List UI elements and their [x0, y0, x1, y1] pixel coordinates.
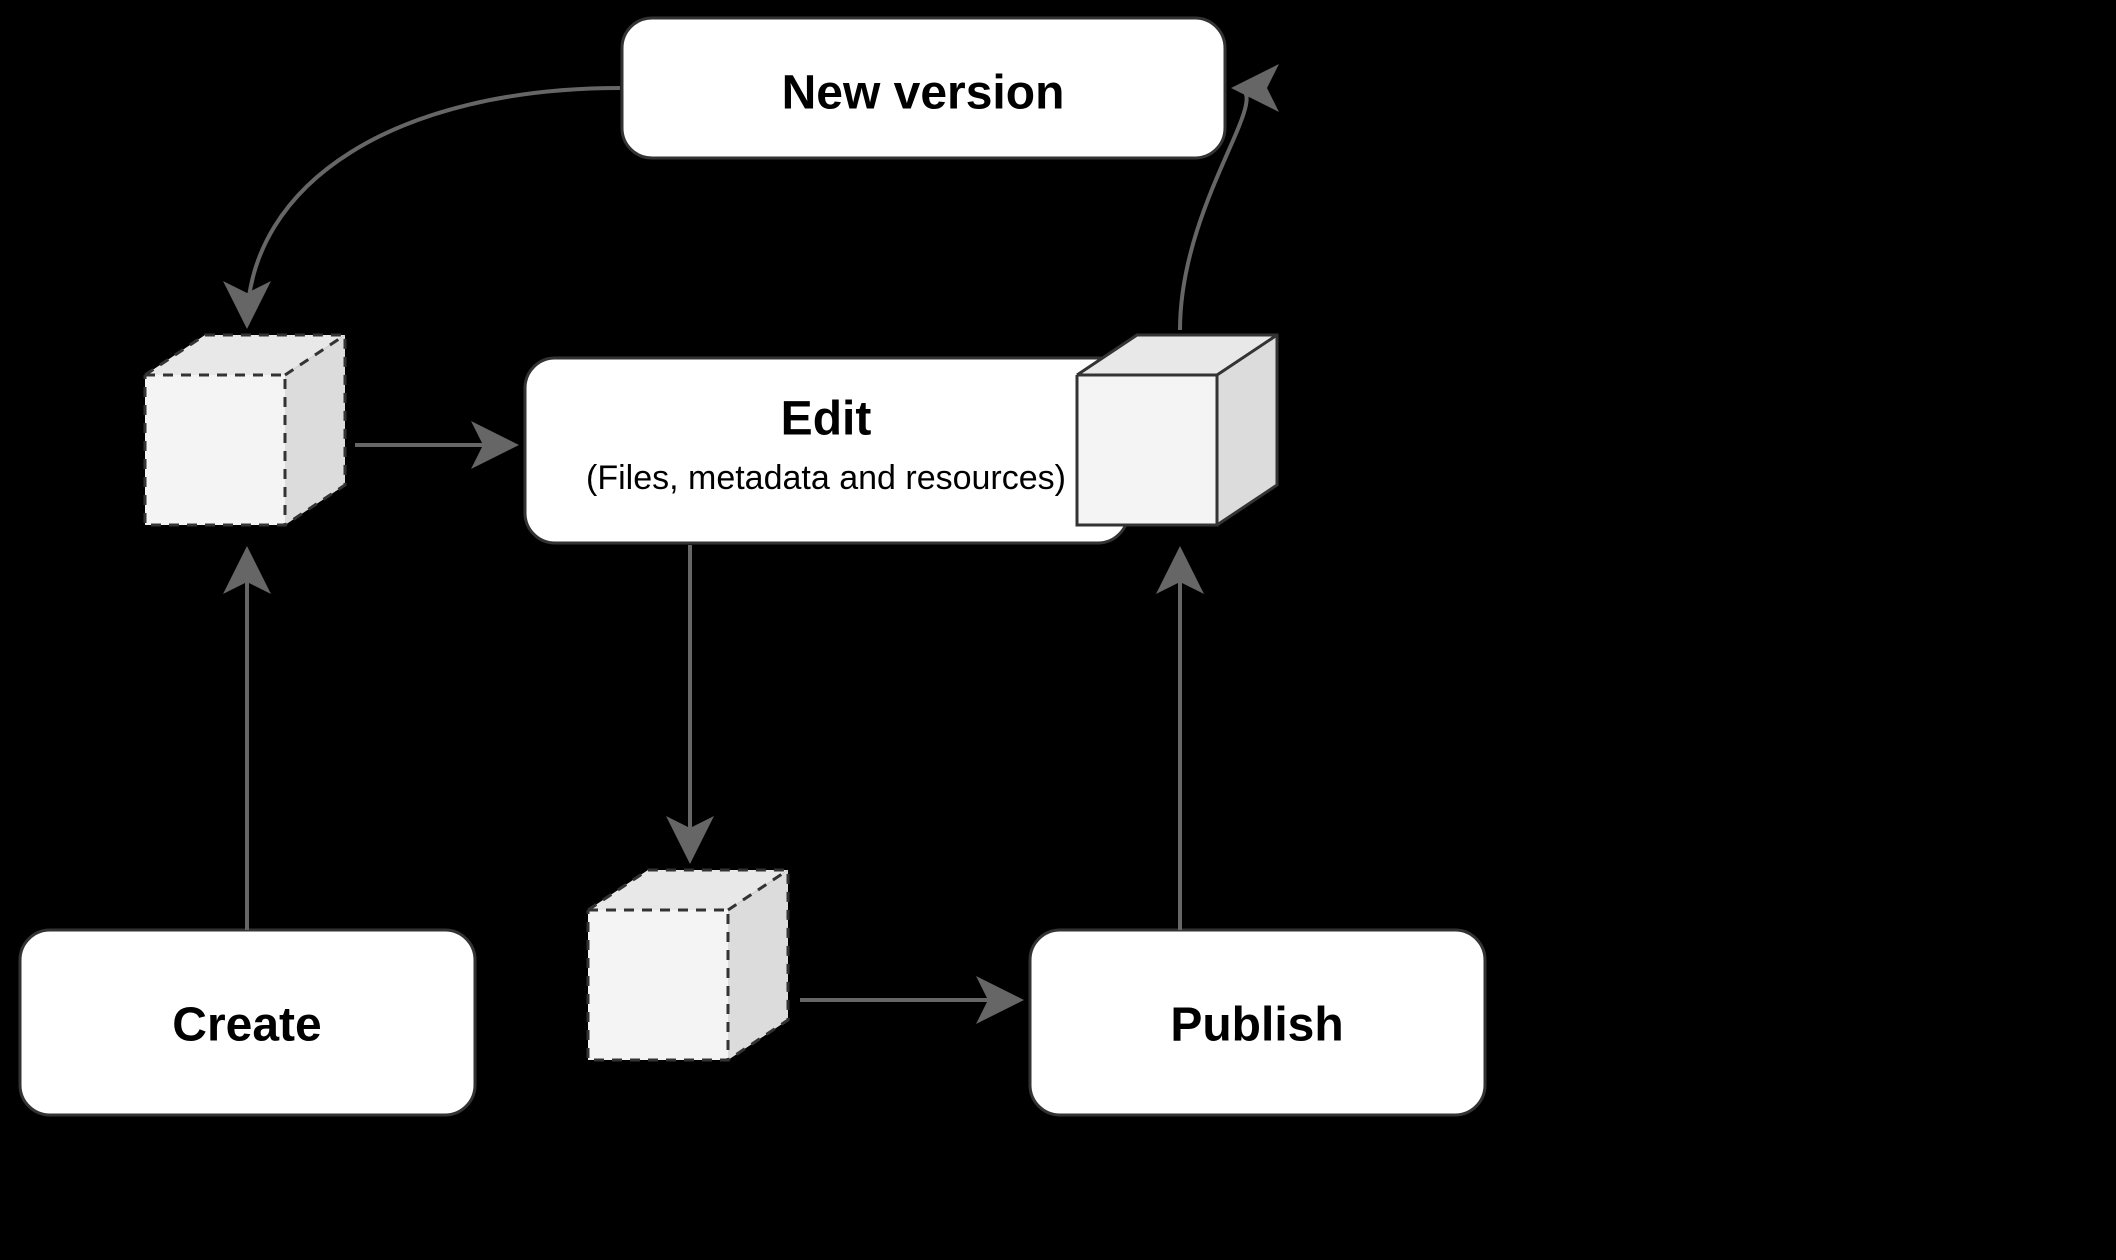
publish-label: Publish: [1170, 999, 1343, 1052]
published-cube-icon: [1077, 335, 1277, 525]
draft-cube-icon: [145, 335, 345, 525]
arrow-newversion-to-draft: [247, 88, 620, 325]
draft-cube-icon: [588, 870, 788, 1060]
node-create: Create: [20, 930, 475, 1115]
node-publish: Publish: [1030, 930, 1485, 1115]
edit-label: Edit: [781, 393, 872, 446]
node-edit: Edit (Files, metadata and resources): [525, 358, 1128, 543]
node-new-version: New version: [622, 18, 1225, 158]
create-label: Create: [172, 999, 321, 1052]
new-version-label: New version: [782, 67, 1065, 120]
edit-sublabel: (Files, metadata and resources): [586, 459, 1066, 497]
